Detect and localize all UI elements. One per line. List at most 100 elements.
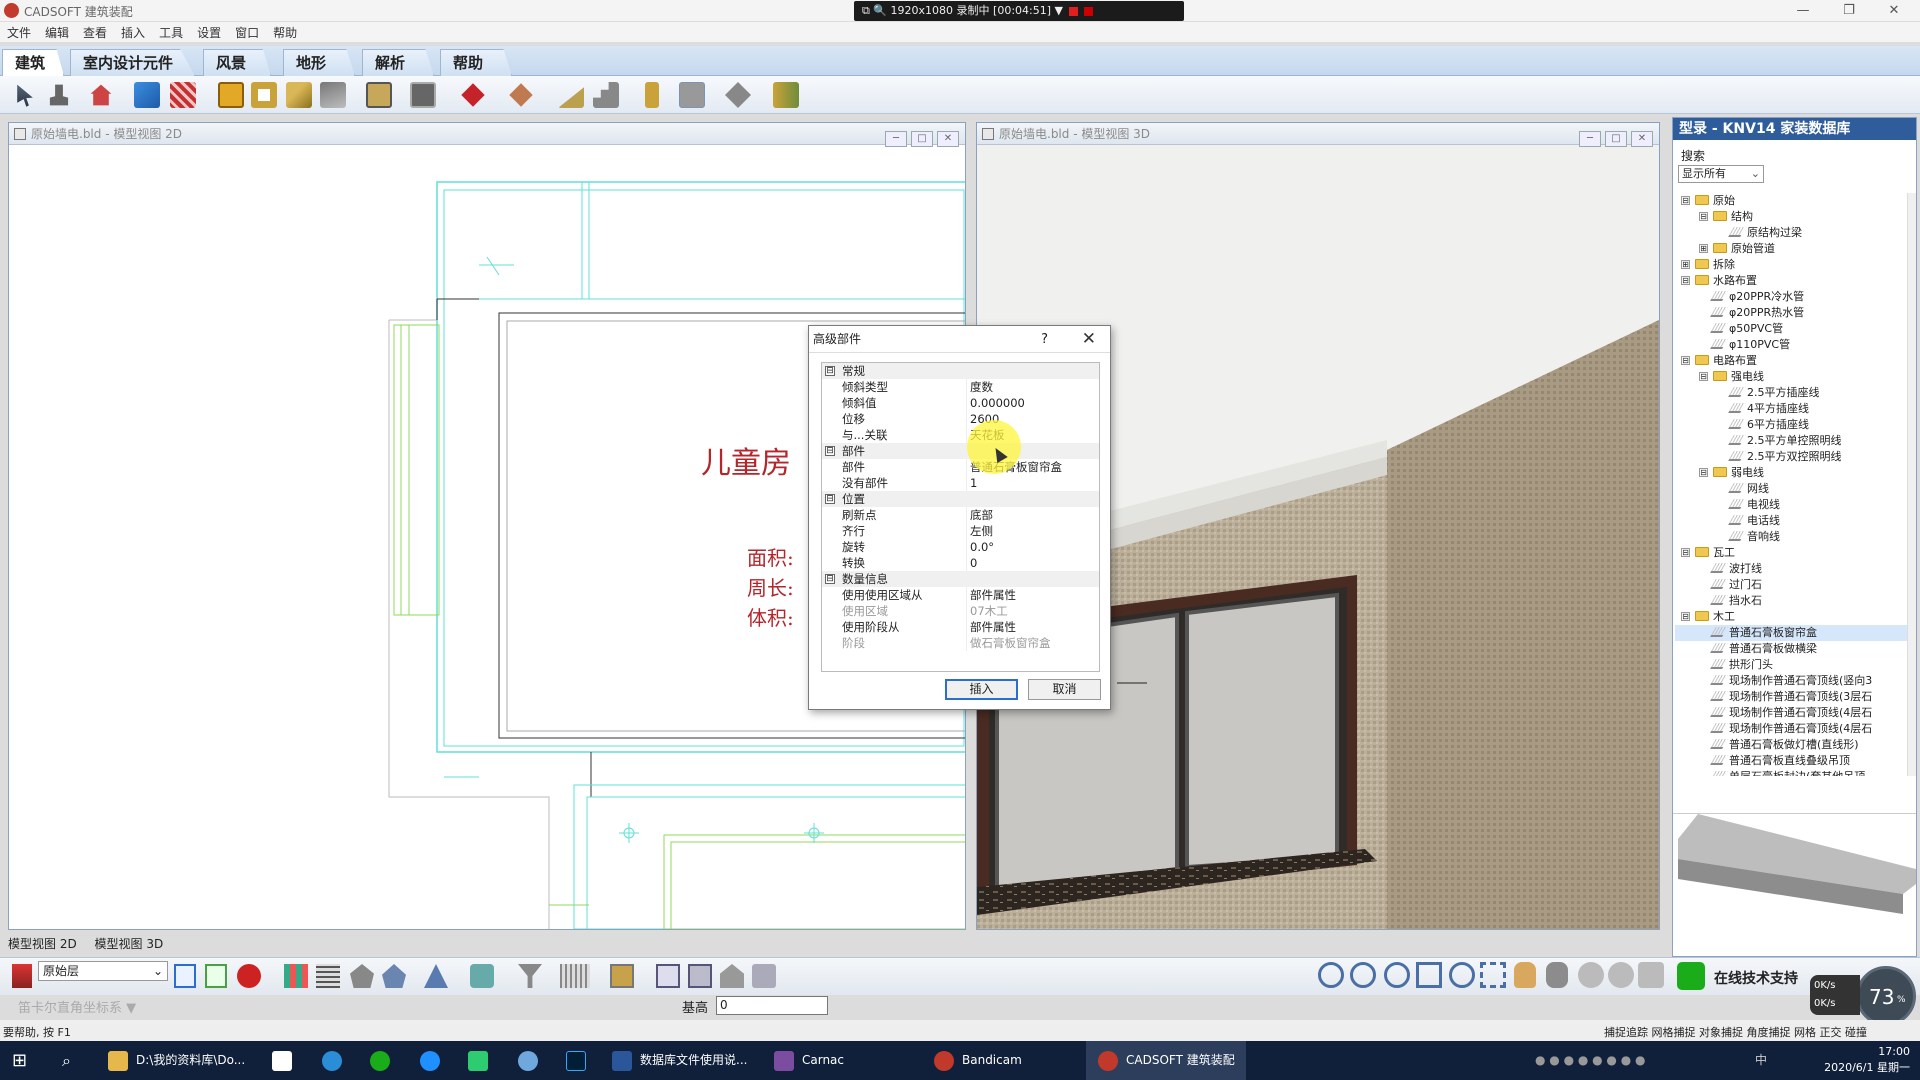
tree-expand-toggle-icon[interactable]: ⊟: [1681, 356, 1690, 365]
speed-widget[interactable]: 73 %: [1856, 966, 1916, 1026]
property-value[interactable]: 做石膏板窗帘盒: [966, 635, 1100, 651]
close-button[interactable]: ✕: [1874, 0, 1914, 22]
taskbar-item-word[interactable]: 数据库文件使用说...: [612, 1041, 762, 1080]
orbit-icon[interactable]: [1578, 962, 1604, 988]
property-row[interactable]: 使用阶段从 部件属性: [822, 619, 1099, 635]
home-icon[interactable]: [382, 964, 406, 988]
collapse-toggle-icon[interactable]: ⊟: [825, 366, 835, 376]
tree-expand-toggle-icon[interactable]: ⊟: [1681, 196, 1690, 205]
taskbar-photoshop[interactable]: [566, 1041, 594, 1080]
property-row[interactable]: 没有部件 1: [822, 475, 1099, 491]
view-2d-icon[interactable]: [174, 964, 196, 988]
tab-landscape[interactable]: 风景: [203, 49, 271, 76]
property-row[interactable]: 使用使用区域从 部件属性: [822, 587, 1099, 603]
online-support-label[interactable]: 在线技术支持: [1714, 968, 1798, 988]
property-row[interactable]: 转换 0: [822, 555, 1099, 571]
slope-icon[interactable]: [558, 87, 584, 108]
tree-folder[interactable]: ⊟ 水路布置: [1675, 273, 1907, 289]
tree-item[interactable]: 2.5平方单控照明线: [1675, 433, 1907, 449]
door-icon[interactable]: [218, 82, 244, 108]
tree-expand-toggle-icon[interactable]: ⊟: [1681, 548, 1690, 557]
roof-icon[interactable]: [320, 82, 346, 108]
tree-item[interactable]: 普通石膏板做灯槽(直线形): [1675, 737, 1907, 753]
tree-item[interactable]: 现场制作普通石膏顶线(4层石: [1675, 705, 1907, 721]
tree-folder[interactable]: ⊟ 结构: [1675, 209, 1907, 225]
zoom-all-icon[interactable]: [1480, 962, 1506, 988]
pane-3d-maximize[interactable]: □: [1605, 131, 1627, 147]
print-icon[interactable]: [752, 964, 776, 988]
property-row[interactable]: 部件 普通石膏板窗帘盒: [822, 459, 1099, 475]
property-category[interactable]: ⊟ 部件: [822, 443, 1099, 459]
pan-hand-icon[interactable]: [1514, 962, 1536, 988]
tree-item[interactable]: 6平方插座线: [1675, 417, 1907, 433]
walk-icon[interactable]: [1546, 962, 1568, 988]
property-value[interactable]: 1: [966, 475, 1100, 491]
taskbar-qq[interactable]: [420, 1041, 448, 1080]
select-arrow-icon[interactable]: [17, 84, 33, 107]
help-icon[interactable]: ?: [1041, 332, 1048, 347]
tab-analysis[interactable]: 解析: [362, 49, 434, 76]
tree-item[interactable]: 现场制作普通石膏顶线(4层石: [1675, 721, 1907, 737]
menu-file[interactable]: 文件: [0, 22, 38, 43]
tab-help[interactable]: 帮助: [440, 49, 512, 76]
taskbar-wechat[interactable]: [370, 1041, 398, 1080]
tree-expand-toggle-icon[interactable]: ⊞: [1681, 260, 1690, 269]
view-2d-green-icon[interactable]: [205, 964, 227, 988]
property-row[interactable]: 与...关联天花板: [822, 427, 1099, 443]
taskbar-globe[interactable]: [518, 1041, 546, 1080]
tree-folder[interactable]: ⊞ 拆除: [1675, 257, 1907, 273]
dialog-close-button[interactable]: ✕: [1082, 329, 1096, 349]
collapse-toggle-icon[interactable]: ⊟: [825, 494, 835, 504]
recorder-bar[interactable]: ⧉ 🔍 1920x1080 录制中 [00:04:51] ▼: [854, 1, 1184, 21]
property-value[interactable]: 0.0°: [966, 539, 1100, 555]
stairs-icon[interactable]: [286, 82, 312, 108]
building-icon[interactable]: [720, 964, 744, 988]
property-row[interactable]: 阶段 做石膏板窗帘盒: [822, 635, 1099, 651]
hatch-wall-icon[interactable]: [170, 82, 196, 108]
tree-folder[interactable]: ⊟ 瓦工: [1675, 545, 1907, 561]
tab-model-view-2d[interactable]: 模型视图 2D: [8, 935, 77, 952]
property-row[interactable]: 倾斜类型 度数: [822, 379, 1099, 395]
taskbar-app-green[interactable]: [468, 1041, 496, 1080]
record-icon[interactable]: [1083, 6, 1093, 16]
zoom-extents-icon[interactable]: [1416, 962, 1442, 988]
pane-2d-close[interactable]: ✕: [937, 131, 959, 147]
fly-icon[interactable]: [1608, 962, 1634, 988]
zoom-window-icon[interactable]: [1384, 962, 1410, 988]
tree-item[interactable]: 普通石膏板直线叠级吊顶: [1675, 753, 1907, 769]
tree-item[interactable]: 原结构过梁: [1675, 225, 1907, 241]
zoom-out-icon[interactable]: [1350, 962, 1376, 988]
tree-folder[interactable]: ⊟ 弱电线: [1675, 465, 1907, 481]
tree-item[interactable]: 电视线: [1675, 497, 1907, 513]
property-row[interactable]: 使用区域 07木工: [822, 603, 1099, 619]
coordinate-system-select[interactable]: 笛卡尔直角坐标系 ▼: [18, 997, 136, 1016]
tree-expand-toggle-icon[interactable]: ⊟: [1699, 212, 1708, 221]
tree-item[interactable]: 4平方插座线: [1675, 401, 1907, 417]
collapse-toggle-icon[interactable]: ⊟: [825, 574, 835, 584]
tab-terrain[interactable]: 地形: [283, 49, 355, 76]
grid-icon[interactable]: [316, 964, 340, 988]
shape-icon[interactable]: [350, 964, 374, 988]
tree-item[interactable]: 普通石膏板做横梁: [1675, 641, 1907, 657]
tree-item[interactable]: 现场制作普通石膏顶线(竖向3: [1675, 673, 1907, 689]
menu-edit[interactable]: 编辑: [38, 22, 76, 43]
pane-2d-maximize[interactable]: □: [911, 131, 933, 147]
property-value[interactable]: 底部: [966, 507, 1100, 523]
taskbar-item-bandicam[interactable]: Bandicam: [934, 1041, 1084, 1080]
view-3d-icon[interactable]: [237, 964, 261, 988]
menu-window[interactable]: 窗口: [228, 22, 266, 43]
camera-icon[interactable]: [470, 964, 494, 988]
cancel-button[interactable]: 取消: [1028, 679, 1101, 700]
layer-select[interactable]: 原始层 ⌄: [38, 961, 168, 981]
snap-toggles[interactable]: 捕捉追踪 网格捕捉 对象捕捉 角度捕捉 网格 正交 碰撞: [1604, 1024, 1867, 1040]
wall-icon[interactable]: [134, 82, 160, 108]
tree-item[interactable]: 音响线: [1675, 529, 1907, 545]
tree-folder[interactable]: ⊞ 原始管道: [1675, 241, 1907, 257]
tray-icons[interactable]: ● ● ● ● ● ● ● ●: [1535, 1041, 1645, 1080]
property-row[interactable]: 旋转 0.0°: [822, 539, 1099, 555]
tree-item[interactable]: φ110PVC管: [1675, 337, 1907, 353]
box-icon[interactable]: [610, 964, 634, 988]
menu-insert[interactable]: 插入: [114, 22, 152, 43]
tree-expand-toggle-icon[interactable]: ⊟: [1681, 612, 1690, 621]
tree-expand-toggle-icon[interactable]: ⊟: [1699, 372, 1708, 381]
